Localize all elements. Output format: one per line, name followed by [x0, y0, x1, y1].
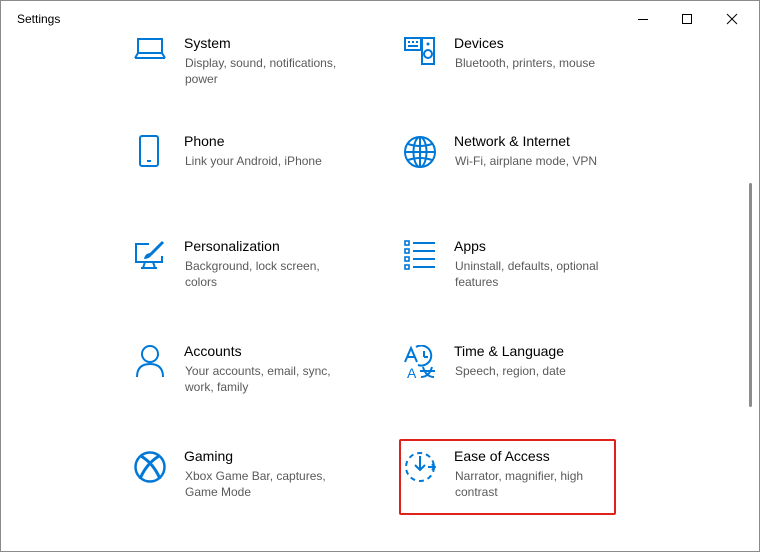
tile-description: Bluetooth, printers, mouse — [455, 56, 596, 70]
settings-tile-devices[interactable]: Devices Bluetooth, printers, mouse — [404, 37, 634, 117]
settings-tile-apps[interactable]: Apps Uninstall, defaults, optional featu… — [404, 238, 634, 320]
tile-description: Xbox Game Bar, captures, Game Mode — [185, 469, 326, 499]
globe-icon — [404, 135, 436, 168]
tile-description: Background, lock screen, colors — [185, 259, 320, 289]
tile-title: Devices — [454, 37, 504, 51]
tile-title: Apps — [454, 238, 486, 254]
apps-list-icon — [404, 240, 436, 272]
laptop-icon — [134, 37, 166, 69]
svg-text:A: A — [407, 365, 417, 379]
tile-title: Accounts — [184, 343, 242, 359]
maximize-icon — [682, 14, 692, 24]
time-language-icon: A — [404, 345, 436, 379]
settings-tile-personalization[interactable]: Personalization Background, lock screen,… — [134, 238, 364, 320]
settings-tile-accounts[interactable]: Accounts Your accounts, email, sync, wor… — [134, 343, 364, 425]
tile-description: Speech, region, date — [455, 364, 566, 378]
close-button[interactable] — [709, 1, 755, 37]
phone-icon — [134, 135, 166, 167]
keyboard-speaker-icon — [404, 37, 436, 69]
settings-content: System Display, sound, notifications, po… — [1, 37, 759, 551]
tile-description: Your accounts, email, sync, work, family — [185, 364, 331, 394]
tile-title: System — [184, 37, 231, 51]
settings-tile-system[interactable]: System Display, sound, notifications, po… — [134, 37, 364, 117]
settings-tile-time-language[interactable]: A Time & Language Speech, region, date — [404, 343, 634, 425]
settings-tile-gaming[interactable]: Gaming Xbox Game Bar, captures, Game Mod… — [134, 448, 364, 530]
settings-tile-network[interactable]: Network & Internet Wi-Fi, airplane mode,… — [404, 133, 634, 215]
tile-description: Display, sound, notifications, power — [185, 56, 337, 86]
window-title: Settings — [17, 12, 61, 26]
highlight-box — [399, 439, 616, 515]
minimize-icon — [638, 19, 648, 20]
maximize-button[interactable] — [664, 1, 710, 37]
vertical-scrollbar[interactable] — [749, 183, 752, 407]
minimize-button[interactable] — [620, 1, 666, 37]
tile-title: Network & Internet — [454, 133, 570, 149]
tile-title: Time & Language — [454, 343, 564, 359]
xbox-icon — [134, 450, 166, 483]
settings-window: Settings System Display, sound, notifica… — [0, 0, 760, 552]
title-bar[interactable]: Settings — [1, 1, 759, 37]
person-icon — [134, 345, 166, 378]
tile-description: Link your Android, iPhone — [185, 154, 322, 168]
tile-title: Phone — [184, 133, 225, 149]
paintbrush-monitor-icon — [134, 240, 166, 272]
tile-description: Uninstall, defaults, optional features — [455, 259, 599, 289]
settings-tile-phone[interactable]: Phone Link your Android, iPhone — [134, 133, 364, 215]
tile-description: Wi-Fi, airplane mode, VPN — [455, 154, 598, 168]
close-icon — [726, 13, 738, 25]
tile-title: Gaming — [184, 448, 234, 464]
tile-title: Personalization — [184, 238, 280, 254]
